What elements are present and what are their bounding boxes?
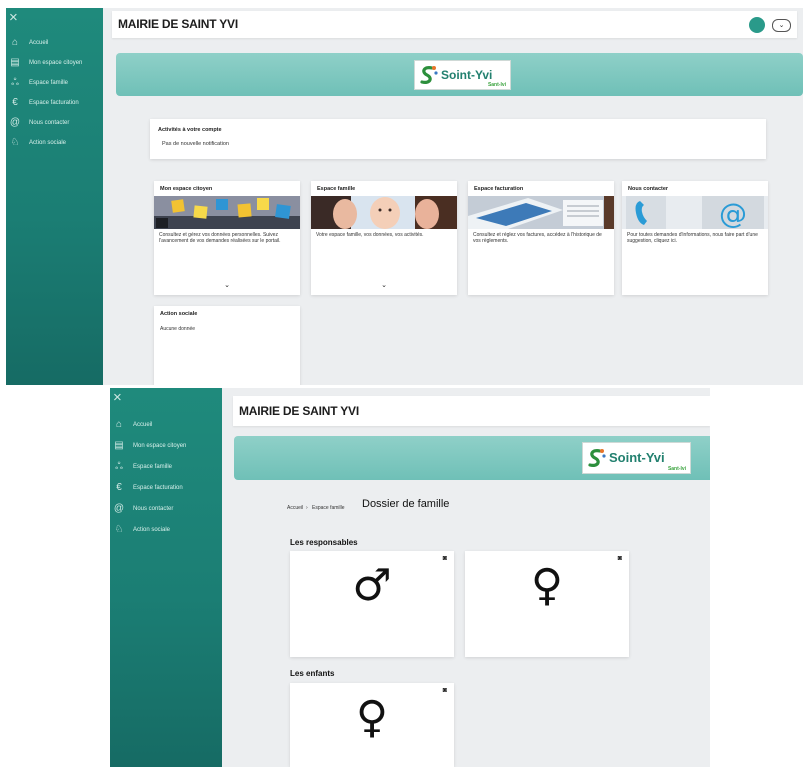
- euro-icon: €: [12, 97, 18, 108]
- sidebar-item-action-sociale[interactable]: ♘ Action sociale: [10, 137, 67, 148]
- page-header-title: MAIRIE DE SAINT YVI: [118, 17, 238, 31]
- tile-espace-facturation[interactable]: Espace facturation Consultez et réglez v…: [468, 181, 614, 295]
- tile-title: Nous contacter: [628, 186, 669, 192]
- tile-description: Aucune donnée: [160, 326, 196, 332]
- tile-image-family: [311, 196, 457, 229]
- section-title-enfants: Les enfants: [290, 669, 335, 678]
- page-header-title: MAIRIE DE SAINT YVI: [239, 404, 359, 418]
- top-bar: MAIRIE DE SAINT YVI: [233, 396, 710, 426]
- home-icon: ⌂: [115, 419, 123, 430]
- male-symbol-icon: ♂: [352, 560, 392, 611]
- top-bar: MAIRIE DE SAINT YVI ⌄: [112, 11, 797, 38]
- family-icon: ஃ: [11, 77, 19, 88]
- sidebar-item-accueil[interactable]: ⌂ Accueil: [114, 420, 152, 430]
- tile-description: Consultez et réglez vos factures, accéde…: [473, 232, 602, 244]
- notifications-title: Activités à votre compte: [158, 127, 222, 133]
- id-card-icon: ▤: [10, 57, 20, 68]
- sidebar-item-label: Nous contacter: [29, 120, 70, 126]
- responsable-card-female[interactable]: ◙ ♀: [465, 551, 629, 657]
- tile-action-sociale[interactable]: Action sociale Aucune donnée: [154, 306, 300, 385]
- at-icon: @: [9, 117, 21, 128]
- tile-description: Consultez et gérez vos données personnel…: [159, 232, 281, 244]
- responsable-card-male[interactable]: ◙ ♂: [290, 551, 454, 657]
- at-icon: @: [113, 503, 125, 514]
- logo-subtitle: Sant-Ivi: [667, 466, 686, 472]
- tile-espace-famille[interactable]: Espace famille Votre espace famille, vos…: [311, 181, 457, 295]
- sidebar: × ⌂ Accueil ▤ Mon espace citoyen ஃ Espac…: [6, 8, 103, 385]
- close-icon[interactable]: ×: [113, 390, 122, 405]
- people-icon: ♘: [10, 137, 20, 148]
- sidebar-item-label: Mon espace citoyen: [133, 443, 187, 449]
- sidebar-item-espace-famille[interactable]: ஃ Espace famille: [114, 462, 172, 472]
- tile-image-contact: @: [622, 196, 768, 229]
- town-logo: Soint-Yvi Sant-Ivi: [582, 442, 691, 474]
- tile-nous-contacter[interactable]: Nous contacter @ Pour toutes demandes d'…: [622, 181, 768, 295]
- logo-name: Soint-Yvi: [441, 68, 493, 82]
- id-card-icon: ▤: [114, 440, 124, 451]
- section-title-responsables: Les responsables: [290, 538, 358, 547]
- notifications-text: Pas de nouvelle notification: [162, 141, 229, 147]
- sidebar-item-label: Espace facturation: [29, 100, 79, 106]
- sidebar-item-espace-famille[interactable]: ஃ Espace famille: [10, 78, 68, 88]
- logo-mark-icon: [418, 64, 438, 86]
- header-banner: Soint-Yvi Sant-Ivi: [234, 436, 710, 480]
- sidebar-item-label: Action sociale: [133, 527, 171, 533]
- female-symbol-icon: ♀: [355, 692, 389, 743]
- sidebar: × ⌂ Accueil ▤ Mon espace citoyen ஃ Espac…: [110, 388, 222, 767]
- tile-image-sticky-notes: [154, 196, 300, 229]
- town-logo: Soint-Yvi Sant-Ivi: [414, 60, 511, 90]
- page-title: Dossier de famille: [362, 498, 450, 510]
- family-file-screenshot: × ⌂ Accueil ▤ Mon espace citoyen ஃ Espac…: [110, 388, 710, 767]
- sidebar-item-mon-espace-citoyen[interactable]: ▤ Mon espace citoyen: [10, 58, 82, 68]
- home-icon: ⌂: [11, 37, 19, 48]
- dashboard-screenshot: × ⌂ Accueil ▤ Mon espace citoyen ஃ Espac…: [6, 8, 803, 385]
- tile-description: Pour toutes demandes d'informations, nou…: [627, 232, 758, 244]
- tile-title: Mon espace citoyen: [160, 186, 213, 192]
- chevron-down-icon[interactable]: ⌄: [154, 281, 300, 289]
- notifications-card: Activités à votre compte Pas de nouvelle…: [150, 119, 766, 159]
- sidebar-item-nous-contacter[interactable]: @ Nous contacter: [10, 118, 69, 128]
- sidebar-item-label: Nous contacter: [133, 506, 174, 512]
- logo-subtitle: Sant-Ivi: [487, 82, 506, 88]
- sidebar-item-label: Espace famille: [133, 464, 173, 470]
- tile-title: Espace facturation: [474, 186, 524, 192]
- sidebar-item-nous-contacter[interactable]: @ Nous contacter: [114, 504, 173, 514]
- sidebar-item-label: Accueil: [133, 422, 153, 428]
- svg-text:@: @: [719, 197, 747, 229]
- tile-mon-espace-citoyen[interactable]: Mon espace citoyen Consultez et gérez vo…: [154, 181, 300, 295]
- euro-icon: €: [116, 482, 122, 493]
- tile-description: Votre espace famille, vos données, vos a…: [316, 232, 424, 238]
- tile-image-invoices: [468, 196, 614, 229]
- sidebar-item-label: Accueil: [29, 40, 49, 46]
- header-banner: Soint-Yvi Sant-Ivi: [116, 53, 803, 96]
- logo-mark-icon: [586, 447, 606, 469]
- sidebar-item-action-sociale[interactable]: ♘ Action sociale: [114, 524, 171, 535]
- breadcrumb-separator: ›: [306, 505, 308, 511]
- people-icon: ♘: [114, 524, 124, 535]
- chevron-down-icon[interactable]: ⌄: [311, 281, 457, 289]
- tile-title: Espace famille: [317, 186, 356, 192]
- sidebar-item-label: Espace famille: [29, 80, 69, 86]
- sidebar-item-mon-espace-citoyen[interactable]: ▤ Mon espace citoyen: [114, 441, 186, 451]
- enfant-card-female[interactable]: ◙ ♀: [290, 683, 454, 767]
- close-icon[interactable]: ×: [9, 10, 18, 25]
- breadcrumb-item-accueil[interactable]: Accueil: [287, 505, 303, 511]
- tile-title: Action sociale: [160, 311, 198, 317]
- family-icon: ஃ: [115, 461, 123, 472]
- sidebar-item-accueil[interactable]: ⌂ Accueil: [10, 38, 48, 48]
- sidebar-item-label: Espace facturation: [133, 485, 183, 491]
- sidebar-item-espace-facturation[interactable]: € Espace facturation: [10, 97, 79, 108]
- sidebar-item-label: Mon espace citoyen: [29, 60, 83, 66]
- female-symbol-icon: ♀: [530, 560, 564, 611]
- avatar[interactable]: [749, 17, 765, 33]
- sidebar-item-label: Action sociale: [29, 140, 67, 146]
- breadcrumb-item-espace-famille[interactable]: Espace famille: [312, 505, 345, 511]
- user-menu-button[interactable]: ⌄: [772, 19, 791, 32]
- sidebar-item-espace-facturation[interactable]: € Espace facturation: [114, 482, 183, 493]
- logo-name: Soint-Yvi: [609, 450, 665, 465]
